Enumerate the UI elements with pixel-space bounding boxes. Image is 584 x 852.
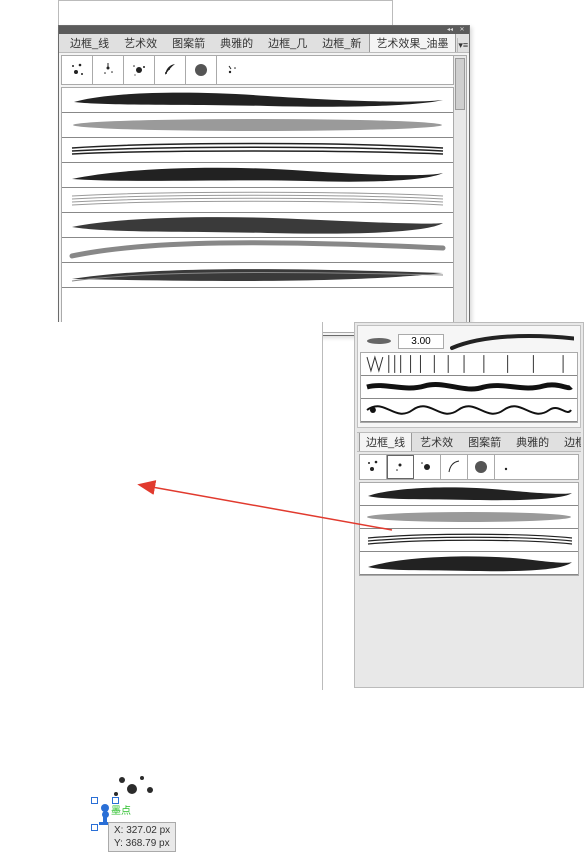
lthumb-0[interactable]	[360, 455, 387, 479]
upper-section	[357, 325, 581, 428]
brush-thumb-1[interactable]	[93, 56, 124, 84]
splat-icon	[391, 458, 409, 476]
tab-3[interactable]: 典雅的	[213, 34, 260, 52]
ink-stroke-icon	[364, 552, 574, 574]
ink-stroke-icon	[364, 529, 574, 551]
close-icon[interactable]: ✕	[457, 27, 467, 33]
canvas-edge	[58, 0, 393, 27]
lthumb-4[interactable]	[468, 455, 495, 479]
ink-stroke-icon	[68, 238, 447, 262]
brushes-panel-upper: ◂◂ ✕ 边框_线 艺术效 图案箭 典雅的 边框_几 边框_新 艺术效果_油墨 …	[58, 25, 470, 336]
thumb-row	[61, 55, 454, 85]
lthumb-3[interactable]	[441, 455, 468, 479]
panel-titlebar[interactable]: ◂◂ ✕	[59, 26, 469, 34]
splat-icon	[130, 61, 148, 79]
ltab-0[interactable]: 边框_线	[359, 432, 412, 452]
pattern-stroke-icon	[365, 353, 573, 375]
coordinate-tooltip: X: 327.02 px Y: 368.79 px	[108, 822, 176, 852]
splat-icon	[472, 458, 490, 476]
splat-icon	[445, 458, 463, 476]
brush-thumb-0[interactable]	[62, 56, 93, 84]
ink-stroke-icon	[364, 483, 574, 505]
splat-icon	[68, 61, 86, 79]
brush-stroke-row[interactable]	[62, 188, 453, 213]
collapse-icon[interactable]: ◂◂	[445, 27, 455, 33]
brush-stroke-row[interactable]	[62, 213, 453, 238]
lthumb-1[interactable]	[387, 455, 414, 479]
brush-stroke-row[interactable]	[62, 138, 453, 163]
tab-0[interactable]: 边框_线	[63, 34, 116, 52]
brush-stroke-list[interactable]	[61, 87, 454, 333]
tab-2[interactable]: 图案箭	[165, 34, 212, 52]
ink-stroke-icon	[68, 188, 447, 212]
tab-4[interactable]: 边框_几	[261, 34, 314, 52]
stroke-width-icon	[364, 335, 394, 347]
tooltip-y: Y: 368.79 px	[114, 837, 170, 850]
ink-stroke-icon	[68, 138, 447, 162]
tab-5[interactable]: 边框_新	[315, 34, 368, 52]
ink-stroke-icon	[68, 113, 447, 137]
ornament-stroke-icon	[365, 399, 573, 421]
ltab-4[interactable]: 边框_几	[557, 432, 581, 451]
brush-stroke-row[interactable]	[62, 163, 453, 188]
tooltip-x: X: 327.02 px	[114, 824, 170, 837]
placed-symbol[interactable]: 墨点	[94, 774, 164, 829]
brush-thumb-2[interactable]	[124, 56, 155, 84]
splat-icon	[364, 458, 382, 476]
splat-icon	[99, 61, 117, 79]
brush-stroke-row[interactable]	[360, 552, 578, 575]
brush-row[interactable]	[361, 353, 577, 376]
splat-icon	[192, 61, 210, 79]
scrollbar[interactable]	[454, 55, 467, 333]
splat-icon	[499, 458, 517, 476]
artboard[interactable]: 墨点 X: 327.02 px Y: 368.79 px	[0, 322, 323, 690]
stroke-size-input[interactable]	[398, 334, 444, 349]
splat-icon	[223, 61, 241, 79]
ltab-2[interactable]: 图案箭	[461, 432, 508, 451]
brush-stroke-row[interactable]	[360, 529, 578, 552]
brush-row[interactable]	[361, 399, 577, 422]
brush-thumb-3[interactable]	[155, 56, 186, 84]
thumb-row-lower	[359, 454, 579, 480]
brush-stroke-row[interactable]	[62, 263, 453, 288]
tab-bar: 边框_线 艺术效 图案箭 典雅的 边框_几 边框_新 艺术效果_油墨 ▾≡	[59, 34, 469, 53]
brush-thumb-4[interactable]	[186, 56, 217, 84]
brush-stroke-row[interactable]	[360, 483, 578, 506]
ink-stroke-icon	[68, 163, 447, 187]
ink-stroke-icon	[68, 263, 447, 287]
splat-icon	[418, 458, 436, 476]
wave-stroke-icon	[450, 330, 574, 352]
ltab-1[interactable]: 艺术效	[413, 432, 460, 451]
brush-thumb-5[interactable]	[217, 56, 247, 84]
brush-stroke-row[interactable]	[62, 238, 453, 263]
splat-icon	[161, 61, 179, 79]
symbol-label: 墨点	[111, 802, 131, 817]
ink-stroke-icon	[364, 506, 574, 528]
ink-stroke-icon	[68, 88, 447, 112]
panel-menu-icon[interactable]: ▾≡	[457, 38, 470, 52]
ink-stroke-icon	[68, 213, 447, 237]
brush-stroke-row[interactable]	[62, 113, 453, 138]
lthumb-2[interactable]	[414, 455, 441, 479]
brush-stroke-row[interactable]	[360, 506, 578, 529]
brushes-panel-lower: 边框_线 艺术效 图案箭 典雅的 边框_几 边	[354, 322, 584, 688]
tab-6[interactable]: 艺术效果_油墨	[369, 34, 455, 53]
tab-bar-lower: 边框_线 艺术效 图案箭 典雅的 边框_几 边	[357, 432, 581, 452]
tab-1[interactable]: 艺术效	[117, 34, 164, 52]
scrollbar-thumb[interactable]	[455, 58, 465, 110]
lthumb-5[interactable]	[495, 455, 521, 479]
brush-row[interactable]	[361, 376, 577, 399]
ltab-3[interactable]: 典雅的	[509, 432, 556, 451]
brush-stroke-row[interactable]	[62, 88, 453, 113]
rough-stroke-icon	[365, 376, 573, 398]
